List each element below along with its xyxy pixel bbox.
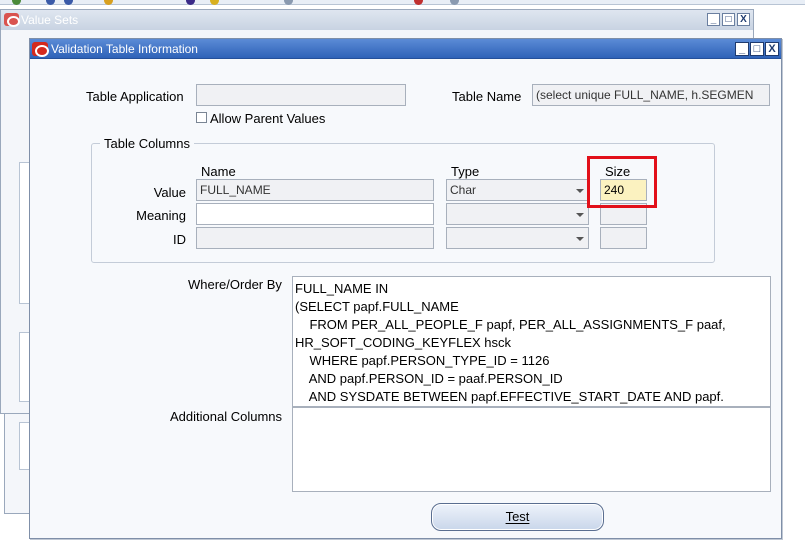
id-type-select[interactable]	[446, 227, 589, 249]
table-name-label: Table Name	[452, 89, 522, 104]
toolbar-icon[interactable]	[210, 0, 219, 5]
maximize-icon[interactable]: □	[722, 13, 735, 26]
meaning-type-select[interactable]	[446, 203, 589, 225]
type-column-header: Type	[451, 164, 480, 179]
toolbar-strip	[0, 0, 805, 5]
chevron-down-icon	[576, 189, 584, 193]
where-clause-line: FULL_NAME IN	[295, 281, 389, 296]
test-button[interactable]: Test	[431, 503, 604, 531]
toolbar-icon[interactable]	[284, 0, 293, 5]
value-row-label: Value	[153, 185, 186, 200]
test-button-label: Test	[505, 509, 530, 524]
where-clause-line: (SELECT papf.FULL_NAME	[295, 299, 459, 314]
where-clause-line: AND SYSDATE BETWEEN papf.EFFECTIVE_START…	[295, 389, 724, 404]
value-type-text: Char	[450, 183, 477, 197]
table-application-field[interactable]	[196, 84, 406, 106]
maximize-icon[interactable]: □	[750, 42, 764, 56]
value-name-field[interactable]: FULL_NAME	[196, 179, 434, 201]
minimize-icon[interactable]: _	[735, 42, 749, 56]
meaning-name-field[interactable]	[196, 203, 434, 225]
id-size-field[interactable]	[600, 227, 647, 249]
value-sets-titlebar: Value Sets _ □ X	[1, 10, 753, 30]
table-name-field[interactable]: (select unique FULL_NAME, h.SEGMEN	[532, 84, 770, 106]
id-row-label: ID	[173, 232, 186, 247]
value-sets-title: Value Sets	[21, 13, 79, 27]
oracle-icon	[32, 42, 49, 57]
oracle-icon	[4, 13, 20, 27]
where-clause-line: AND papf.PERSON_ID = paaf.PERSON_ID	[295, 371, 563, 386]
where-clause-line: HR_SOFT_CODING_KEYFLEX hsck	[295, 335, 511, 350]
allow-parent-values-label: Allow Parent Values	[210, 111, 326, 126]
name-column-header: Name	[201, 164, 236, 179]
minimize-icon[interactable]: _	[707, 13, 720, 26]
size-highlight-box	[587, 156, 657, 208]
toolbar-icon[interactable]	[450, 0, 459, 5]
close-icon[interactable]: X	[737, 13, 750, 26]
close-icon[interactable]: X	[765, 42, 779, 56]
validation-table-dialog: Validation Table Information _ □ X Table…	[29, 38, 782, 539]
value-type-select[interactable]: Char	[446, 179, 589, 201]
additional-columns-label: Additional Columns	[170, 409, 283, 424]
id-name-field[interactable]	[196, 227, 434, 249]
toolbar-icon[interactable]	[64, 0, 73, 5]
toolbar-icon[interactable]	[186, 0, 195, 5]
chevron-down-icon	[576, 237, 584, 241]
toolbar-icon[interactable]	[12, 0, 21, 5]
table-application-label: Table Application	[86, 89, 184, 104]
where-clause-line: FROM PER_ALL_PEOPLE_F papf, PER_ALL_ASSI…	[295, 317, 726, 332]
table-columns-title: Table Columns	[100, 136, 194, 151]
where-order-by-label: Where/Order By	[188, 277, 282, 292]
toolbar-icon[interactable]	[104, 0, 113, 5]
where-clause-line: WHERE papf.PERSON_TYPE_ID = 1126	[295, 353, 550, 368]
dialog-title: Validation Table Information	[51, 42, 198, 56]
meaning-row-label: Meaning	[136, 208, 186, 223]
allow-parent-values-checkbox[interactable]	[196, 112, 207, 123]
toolbar-icon[interactable]	[46, 0, 55, 5]
chevron-down-icon	[576, 213, 584, 217]
where-order-by-textarea[interactable]: FULL_NAME IN (SELECT papf.FULL_NAME FROM …	[292, 276, 771, 407]
additional-columns-textarea[interactable]	[292, 407, 771, 492]
dialog-titlebar[interactable]: Validation Table Information _ □ X	[30, 39, 781, 59]
toolbar-icon[interactable]	[414, 0, 423, 5]
